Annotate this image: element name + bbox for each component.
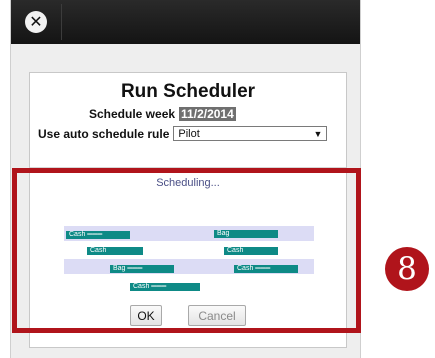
schedule-week-row: Schedule week 11/2/2014 [89, 107, 236, 121]
auto-schedule-rule-label: Use auto schedule rule [38, 126, 170, 141]
auto-schedule-rule-select[interactable]: Pilot ▼ [173, 126, 328, 141]
step-number-badge: 8 [385, 247, 429, 291]
dialog-title: Run Scheduler [120, 81, 256, 102]
header-divider [61, 4, 62, 40]
annotation-highlight-box [12, 168, 361, 333]
schedule-week-value[interactable]: 11/2/2014 [179, 107, 236, 121]
schedule-week-label: Schedule week [89, 107, 176, 121]
close-icon[interactable]: ✕ [25, 11, 47, 33]
dialog-header: ✕ [11, 0, 360, 44]
chevron-down-icon: ▼ [313, 128, 323, 139]
auto-schedule-rule-value: Pilot [178, 127, 200, 140]
auto-schedule-rule-row: Use auto schedule rule Pilot ▼ [38, 126, 328, 141]
